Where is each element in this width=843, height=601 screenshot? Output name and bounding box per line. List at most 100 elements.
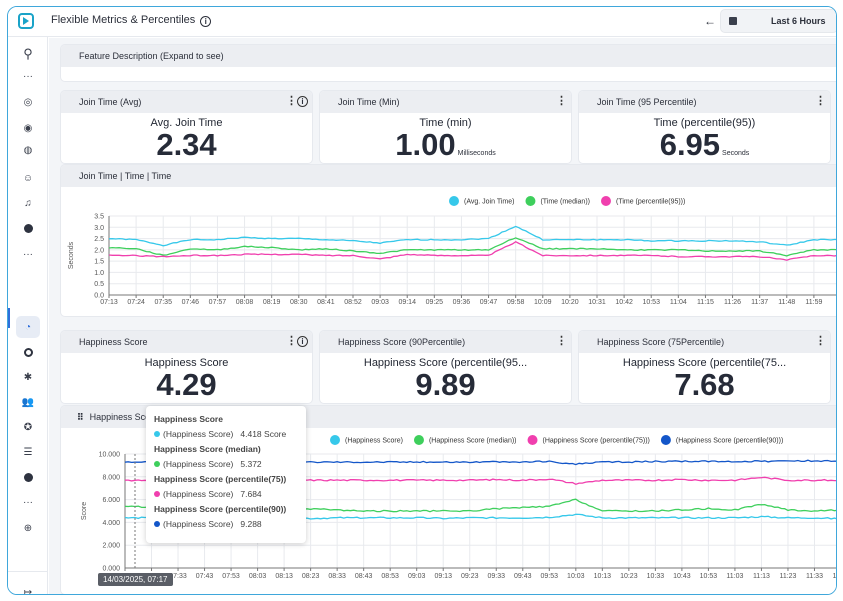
legend-label[interactable]: (Happiness Score (percentile(75))) [543, 438, 650, 445]
stat-value-wrap: 6.95 Seconds [579, 129, 830, 163]
more-icon: ··· [23, 496, 33, 508]
sidebar-item-radar[interactable]: ◉ [16, 117, 40, 139]
face-icon: ☺ [22, 172, 34, 184]
sidebar-item-badge[interactable]: ✪ [16, 416, 40, 438]
x-tick-label: 08:30 [290, 299, 308, 306]
tooltip-series-label: (Happiness Score) [163, 459, 234, 469]
circle-icon [23, 223, 33, 233]
drag-handle-icon[interactable]: ⠿ [77, 412, 84, 422]
sidebar-item-target[interactable]: ◎ [16, 91, 40, 113]
app-logo-icon[interactable] [18, 13, 34, 29]
stat-value: 7.68 [674, 367, 735, 402]
x-tick-label: 09:13 [434, 573, 452, 580]
join-time-chart-card: Join Time | Time | Time 0.0 0.5 1.0 1.5 2.0 2… [60, 164, 837, 317]
arrow-left-icon[interactable]: ← [704, 14, 716, 28]
tooltip-series-value: 7.684 [240, 489, 262, 499]
globe-icon: ⊕ [23, 522, 33, 534]
info-icon[interactable]: i [200, 16, 212, 27]
sidebar-item-circle-2[interactable] [16, 466, 40, 488]
x-tick-label: 11:37 [751, 299, 768, 306]
legend-marker[interactable] [330, 435, 340, 445]
stat-card: Happiness Score (90Percentile) ⋮ Happine… [319, 330, 572, 404]
sidebar-item-circle[interactable] [16, 217, 40, 239]
page-title-text: Flexible Metrics & Percentiles [51, 14, 196, 26]
fingerprint-icon: ◍ [23, 144, 33, 156]
info-icon[interactable]: i [297, 336, 308, 347]
legend-label[interactable]: (Happiness Score) [345, 438, 403, 445]
sidebar-item-settings[interactable]: ✱ [16, 366, 40, 388]
sidebar-item-ring[interactable] [16, 341, 40, 363]
kebab-menu-icon[interactable]: ⋮ [815, 336, 826, 347]
sidebar-item-more-2[interactable]: ··· [16, 243, 40, 265]
stat-card: Join Time (95 Percentile) ⋮ Time (percen… [578, 90, 831, 164]
ring-icon [23, 347, 33, 357]
sidebar-item-bell[interactable]: ♫ [16, 192, 40, 214]
tooltip-series-marker [154, 461, 160, 467]
sidebar-item-more-3[interactable]: ··· [16, 491, 40, 513]
x-tick-label: 11:03 [726, 573, 743, 580]
app-window: Flexible Metrics & Percentiles i ← Last 6… [7, 6, 837, 595]
kebab-menu-icon[interactable]: ⋮ [556, 96, 567, 107]
stat-card: Happiness Score (75Percentile) ⋮ Happine… [578, 330, 831, 404]
x-tick-label: 09:33 [487, 573, 505, 580]
legend-label[interactable]: (Avg. Join Time) [464, 199, 514, 206]
tooltip-series-value: 9.288 [240, 519, 262, 529]
legend-marker[interactable] [449, 196, 459, 206]
y-tick-label: 10.000 [99, 452, 121, 459]
x-tick-label: 08:33 [328, 573, 346, 580]
join-time-chart[interactable]: 0.00.51.01.52.02.53.03.507:13 07:24 07:35 0… [61, 187, 837, 317]
x-tick-label: 10:53 [700, 573, 718, 580]
kebab-menu-icon[interactable]: ⋮ [815, 96, 826, 107]
x-tick-label: 10:09 [534, 299, 552, 306]
x-tick-label: 09:14 [398, 299, 416, 306]
sidebar-divider [8, 571, 47, 572]
kebab-menu-icon[interactable]: ⋮ [286, 336, 297, 347]
info-icon[interactable]: i [297, 96, 308, 107]
x-tick-label: 09:23 [461, 573, 479, 580]
y-tick-label: 1.0 [94, 270, 104, 277]
legend-marker[interactable] [527, 435, 538, 445]
x-tick-label: 08:03 [249, 573, 267, 580]
x-tick-label: 07:53 [222, 573, 240, 580]
sidebar-item-users[interactable]: 👥 [16, 391, 40, 413]
kebab-menu-icon[interactable]: ⋮ [286, 96, 297, 107]
legend-label[interactable]: (Happiness Score (median)) [429, 438, 517, 445]
feature-description-panel[interactable]: Feature Description (Expand to see) [60, 44, 836, 82]
feature-description-header[interactable]: Feature Description (Expand to see) [61, 45, 836, 67]
stat-card-header: Join Time (Min) ⋮ [320, 91, 571, 113]
legend-marker[interactable] [525, 196, 536, 206]
time-range-selector[interactable]: Last 6 Hours [720, 9, 836, 33]
stat-card-title: Join Time (Min) [338, 97, 400, 107]
collapse-sidebar-button[interactable]: ↦ [16, 581, 40, 595]
sidebar-item-face[interactable]: ☺ [16, 167, 40, 189]
kebab-menu-icon[interactable]: ⋮ [556, 336, 567, 347]
sidebar-item-globe[interactable]: ⊕ [16, 517, 40, 539]
stat-card-header: Happiness Score (90Percentile) ⋮ [320, 331, 571, 353]
sidebar-item-search[interactable]: ⚲ [16, 43, 40, 65]
bell-icon: ♫ [24, 197, 32, 209]
x-tick-label: 08:52 [344, 299, 362, 306]
sidebar-item-dashboard[interactable]: ◔ [16, 316, 40, 338]
legend-marker[interactable] [660, 435, 671, 445]
legend-marker[interactable] [600, 196, 611, 206]
sidebar-item-more-1[interactable]: ··· [16, 65, 40, 87]
legend-label[interactable]: (Time (percentile(95))) [616, 199, 685, 206]
tooltip-group-title: Happiness Score [154, 414, 223, 424]
users-icon: 👥 [21, 396, 35, 408]
stat-card-title: Happiness Score [79, 337, 148, 347]
top-bar: Flexible Metrics & Percentiles i ← Last 6… [8, 7, 836, 37]
sidebar-item-list[interactable]: ☰ [16, 441, 40, 463]
legend-label[interactable]: (Happiness Score (percentile(90))) [676, 438, 783, 445]
x-tick-label: 07:57 [209, 299, 227, 306]
x-tick-label: 11:48 [778, 299, 795, 306]
legend-marker[interactable] [413, 435, 424, 445]
sidebar-item-fingerprint[interactable]: ◍ [16, 139, 40, 161]
x-tick-label: 10:33 [647, 573, 665, 580]
x-tick-label: 09:53 [541, 573, 559, 580]
legend-label[interactable]: (Time (median)) [540, 199, 590, 206]
x-tick-label: 08:19 [263, 299, 281, 306]
join-time-chart-title: Join Time | Time | Time [61, 165, 836, 187]
stat-unit: Milliseconds [457, 150, 496, 157]
stat-value-wrap: 9.89 [320, 369, 571, 401]
x-tick-label: 08:13 [275, 573, 293, 580]
